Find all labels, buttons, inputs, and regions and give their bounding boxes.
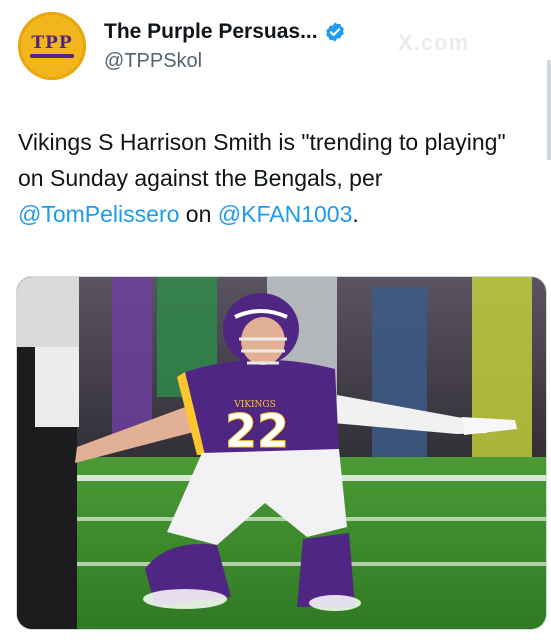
tweet-text-middle: on — [179, 201, 218, 227]
verified-badge-icon — [325, 22, 344, 42]
player-face — [241, 317, 285, 365]
yard-line — [17, 562, 546, 566]
foreground-player-towel — [35, 347, 79, 427]
cleat — [309, 595, 361, 611]
cleat — [143, 589, 227, 609]
avatar-logo-text: TPP — [31, 32, 73, 53]
avatar[interactable]: TPP — [18, 12, 86, 80]
name-row: The Purple Persuas... — [104, 20, 346, 44]
watermark: X.com — [398, 30, 470, 55]
tweet-text-suffix: . — [352, 201, 359, 227]
display-name[interactable]: The Purple Persuas... — [104, 20, 318, 44]
tweet-header: TPP The Purple Persuas... @TPPSkol X.com — [18, 12, 538, 82]
avatar-logo-bar — [30, 53, 74, 58]
tweet-photo[interactable]: VIKINGS 22 — [16, 276, 547, 630]
mention-kfan1003-link[interactable]: @KFAN1003 — [218, 201, 353, 227]
sideline-person-blue — [372, 287, 427, 467]
sideline-person-purple — [112, 277, 152, 437]
mention-tompelissero-link[interactable]: @TomPelissero — [18, 201, 179, 227]
tweet-text: Vikings S Harrison Smith is "trending to… — [18, 124, 533, 232]
player-kneeling-photo: VIKINGS 22 — [17, 277, 546, 629]
sideline-person-yellow — [472, 277, 532, 467]
jersey-number: 22 — [225, 404, 289, 458]
user-handle[interactable]: @TPPSkol — [104, 50, 202, 73]
foreground-player-jersey — [17, 277, 79, 347]
tweet-text-prefix: Vikings S Harrison Smith is "trending to… — [18, 129, 506, 191]
yard-line — [17, 517, 546, 521]
scrollbar[interactable] — [547, 60, 551, 160]
